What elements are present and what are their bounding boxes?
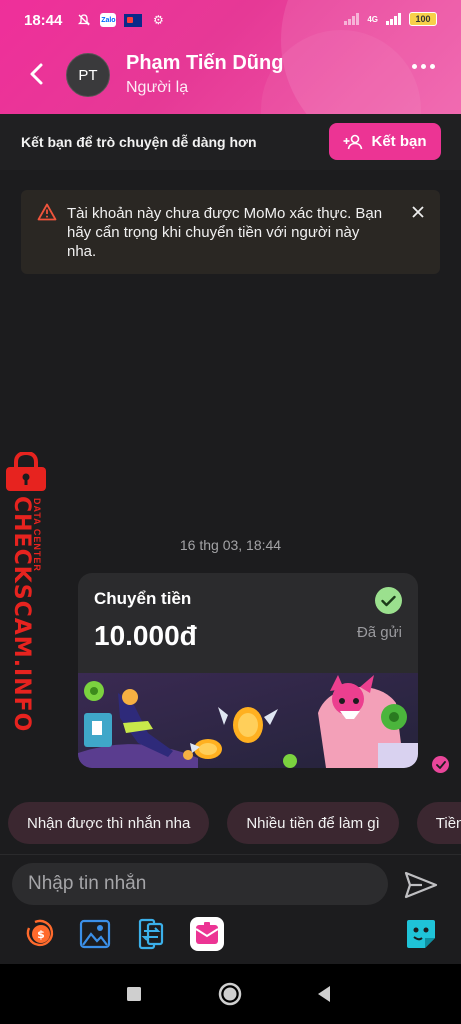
back-nav-button[interactable] — [310, 980, 338, 1008]
transfer-card[interactable]: Chuyển tiền 10.000đ Đã gửi — [78, 573, 418, 768]
battery-icon: 100 — [409, 12, 437, 26]
transfer-title: Chuyển tiền — [94, 589, 192, 608]
transfer-status: Đã gửi — [356, 624, 402, 641]
unverified-warning: Tài khoản này chưa được MoMo xác thực. B… — [21, 190, 440, 274]
sticker-icon — [407, 920, 435, 948]
signal-icon — [344, 13, 360, 25]
send-button[interactable] — [404, 871, 440, 901]
sent-check-icon — [432, 756, 449, 773]
add-friend-label: Kết bạn — [371, 133, 427, 150]
gift-button[interactable] — [190, 917, 224, 951]
image-icon — [79, 919, 111, 949]
add-user-icon — [343, 134, 363, 149]
chevron-left-icon — [30, 63, 43, 85]
message-timestamp: 16 thg 03, 18:44 — [179, 537, 282, 553]
triangle-back-icon — [318, 986, 330, 1002]
friend-suggestion-text: Kết bạn để trò chuyện dễ dàng hơn — [21, 134, 257, 150]
status-time: 18:44 — [24, 11, 63, 29]
composer: $ — [0, 854, 461, 964]
recents-button[interactable] — [120, 980, 148, 1008]
check-icon — [375, 587, 402, 614]
avatar[interactable]: PT — [66, 53, 110, 97]
money-circle-icon: $ — [26, 919, 54, 947]
transfer-icon — [138, 918, 164, 950]
friend-suggestion-bar: Kết bạn để trò chuyện dễ dàng hơn Kết bạ… — [0, 114, 461, 170]
flag-icon — [124, 13, 143, 27]
warning-icon — [37, 203, 57, 221]
close-warning-button[interactable] — [412, 202, 424, 223]
transfer-amount: 10.000đ — [94, 620, 197, 651]
quick-reply-chip[interactable]: Tiền — [416, 802, 461, 844]
money-request-button[interactable]: $ — [22, 917, 56, 951]
gift-envelope-icon — [195, 922, 219, 944]
watermark-subtitle: DATA CENTER — [32, 498, 42, 572]
system-navigation-bar — [0, 964, 461, 1024]
quick-reply-chip[interactable]: Nhận được thì nhắn nha — [8, 802, 210, 844]
watermark-title: CHECKSCAM.INFO — [9, 496, 34, 733]
contact-name[interactable]: Phạm Tiến Dũng — [126, 52, 283, 75]
quick-reply-suggestions: Nhận được thì nhắn nha Nhiều tiền để làm… — [8, 802, 461, 844]
lock-icon — [6, 452, 46, 491]
network-type: 4G — [367, 14, 378, 24]
send-icon — [404, 871, 438, 899]
message-input[interactable] — [12, 863, 388, 905]
circle-icon — [218, 982, 242, 1006]
sticker-button[interactable] — [404, 917, 438, 951]
zalo-icon: Zalo — [100, 13, 117, 27]
quick-reply-chip[interactable]: Nhiều tiền để làm gì — [227, 802, 399, 844]
more-options-button[interactable] — [412, 64, 435, 69]
add-friend-button[interactable]: Kết bạn — [329, 123, 441, 160]
close-icon — [412, 206, 424, 218]
transfer-illustration — [78, 673, 418, 768]
home-button[interactable] — [216, 980, 244, 1008]
chat-header: 18:44 Zalo ⚙ 4G 100 PT Phạm Tiến Dũng Ng… — [0, 0, 461, 114]
back-button[interactable] — [22, 58, 50, 90]
signal-icon — [386, 13, 401, 25]
warning-text: Tài khoản này chưa được MoMo xác thực. B… — [67, 205, 383, 260]
contact-subtitle: Người lạ — [126, 79, 189, 96]
gear-icon: ⚙ — [152, 13, 164, 27]
status-bar: 18:44 Zalo ⚙ 4G 100 — [0, 0, 461, 40]
checkscam-watermark: CHECKSCAM.INFO DATA CENTER — [2, 452, 50, 732]
svg-text:$: $ — [37, 928, 45, 941]
transfer-button[interactable] — [134, 917, 168, 951]
mute-icon — [76, 13, 92, 27]
battery-level: 100 — [415, 14, 431, 24]
gallery-button[interactable] — [78, 917, 112, 951]
square-icon — [127, 987, 141, 1001]
